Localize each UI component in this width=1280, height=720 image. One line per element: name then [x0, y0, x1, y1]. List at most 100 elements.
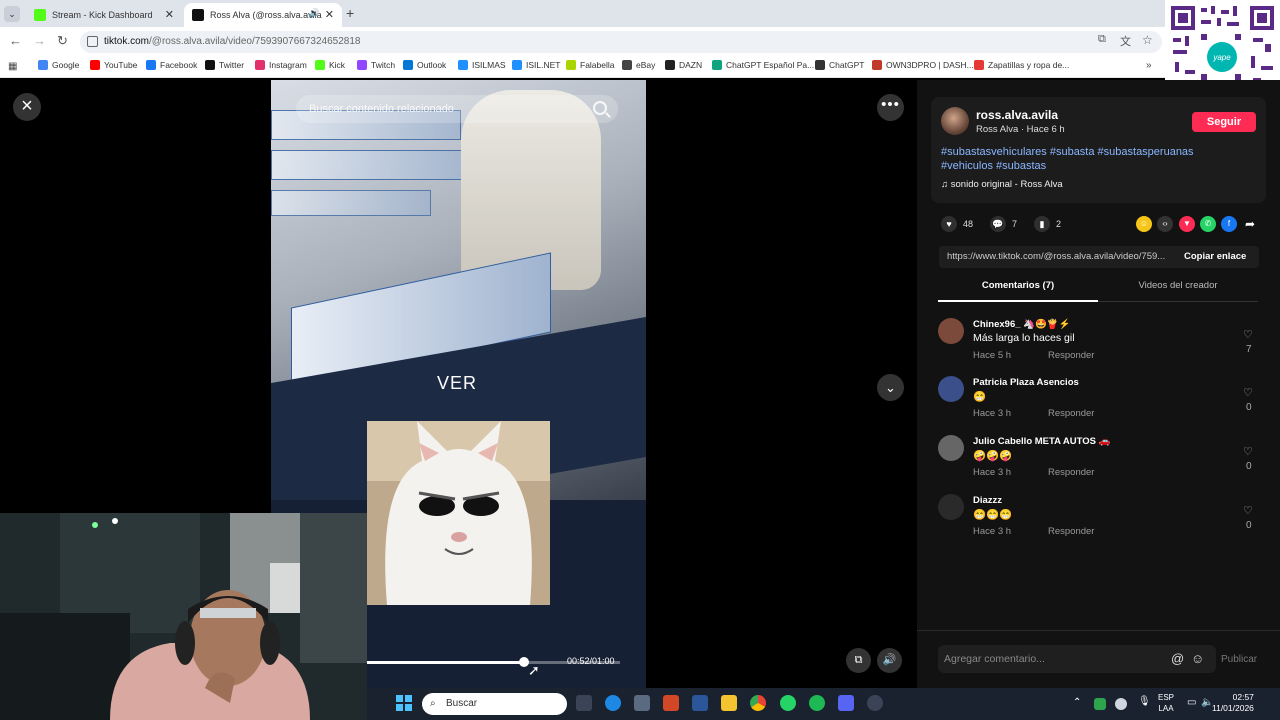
share-friends-icon[interactable]: ☺ — [1136, 216, 1152, 232]
system-clock[interactable]: 02:57 11/01/2026 — [1212, 692, 1254, 714]
windows-start-icon[interactable] — [396, 695, 412, 711]
bookmark-item[interactable]: Twitter — [205, 60, 244, 70]
reply-button[interactable]: Responder — [1048, 408, 1094, 419]
powerpoint-icon[interactable] — [663, 695, 679, 711]
chrome-icon[interactable] — [750, 695, 766, 711]
publish-button[interactable]: Publicar — [1221, 654, 1257, 665]
audio-playing-icon[interactable]: 🔊 — [309, 8, 320, 19]
reply-button[interactable]: Responder — [1048, 350, 1094, 361]
commenter-name[interactable]: Diazzz — [973, 495, 1002, 506]
tab-kick-dashboard[interactable]: Stream - Kick Dashboard ✕ — [26, 3, 182, 27]
save-button[interactable]: ▮ 2 — [1034, 216, 1061, 232]
like-button[interactable]: ♥ 48 — [941, 216, 973, 232]
edge-icon[interactable] — [605, 695, 621, 711]
bookmark-item[interactable]: Outlook — [403, 60, 446, 70]
bookmark-item[interactable]: ISILMAS — [458, 60, 506, 70]
spotify-icon[interactable] — [809, 695, 825, 711]
author-avatar[interactable] — [941, 107, 969, 135]
obs-icon[interactable] — [867, 695, 883, 711]
close-tab-icon[interactable]: ✕ — [325, 8, 334, 21]
file-explorer-icon[interactable] — [721, 695, 737, 711]
language-indicator[interactable]: ESP LAA — [1158, 692, 1174, 714]
task-view-icon[interactable] — [576, 695, 592, 711]
whatsapp-icon[interactable]: ✆ — [1200, 216, 1216, 232]
microphone-icon[interactable]: 🎙 — [1138, 696, 1151, 707]
post-hashtags[interactable]: #subastasvehiculares #subasta #subastasp… — [941, 145, 1211, 173]
onedrive-icon[interactable] — [1115, 698, 1127, 710]
comment-button[interactable]: 💬 7 — [990, 216, 1017, 232]
comment-time: Hace 3 h — [973, 467, 1012, 478]
author-username[interactable]: ross.alva.avila — [976, 108, 1058, 122]
bookmark-item[interactable]: YouTube — [90, 60, 137, 70]
back-button[interactable]: ← — [9, 33, 22, 48]
tab-creator-videos[interactable]: Videos del creador — [1098, 280, 1258, 302]
comment-like-icon[interactable]: ♡ — [1243, 445, 1253, 458]
picture-in-picture-button[interactable]: ⧉ — [846, 648, 871, 673]
comment-like-icon[interactable]: ♡ — [1243, 504, 1253, 517]
bookmark-item[interactable]: Google — [38, 60, 79, 70]
install-app-icon[interactable]: ⧉ — [1098, 33, 1106, 46]
commenter-name[interactable]: Patricia Plaza Asencios — [973, 377, 1079, 388]
follow-button[interactable]: Seguir — [1192, 112, 1256, 132]
emoji-icon[interactable]: ☺ — [1191, 651, 1204, 666]
bookmark-item[interactable]: Kick — [315, 60, 345, 70]
tab-search-button[interactable]: ⌄ — [4, 6, 20, 22]
commenter-avatar[interactable] — [938, 494, 964, 520]
comment-like-icon[interactable]: ♡ — [1243, 328, 1253, 341]
bookmark-item[interactable]: Zapatillas y ropa de... — [974, 60, 1069, 70]
reply-button[interactable]: Responder — [1048, 526, 1094, 537]
next-video-button[interactable]: ⌄ — [877, 374, 904, 401]
bookmark-item[interactable]: Facebook — [146, 60, 197, 70]
commenter-avatar[interactable] — [938, 318, 964, 344]
commenter-avatar[interactable] — [938, 435, 964, 461]
translate-icon[interactable]: 文 — [1120, 33, 1131, 49]
close-video-button[interactable]: × — [13, 93, 41, 121]
whatsapp-taskbar-icon[interactable] — [780, 695, 796, 711]
close-tab-icon[interactable]: ✕ — [165, 8, 174, 21]
comment-like-icon[interactable]: ♡ — [1243, 386, 1253, 399]
new-tab-button[interactable]: + — [346, 5, 354, 21]
reload-button[interactable]: ↻ — [57, 33, 68, 49]
bookmark-label: Twitter — [219, 60, 245, 70]
network-icon[interactable]: ▭ — [1187, 697, 1196, 708]
share-arrow-icon[interactable]: ➦ — [1242, 216, 1258, 232]
site-info-icon[interactable] — [87, 36, 98, 47]
bookmark-item[interactable]: ChatGPT — [815, 60, 864, 70]
bookmark-star-icon[interactable]: ☆ — [1142, 33, 1153, 47]
bookmark-item[interactable]: ISIL.NET — [512, 60, 560, 70]
bookmark-item[interactable]: OWN3DPRO | DASH... — [872, 60, 974, 70]
commenter-name[interactable]: Chinex96_ 🦄🤩🍟⚡ — [973, 319, 1070, 330]
share-send-icon[interactable]: ▼ — [1179, 216, 1195, 232]
copy-link-button[interactable]: Copiar enlace — [1184, 251, 1246, 262]
discord-icon[interactable] — [838, 695, 854, 711]
tab-tiktok-video[interactable]: Ross Alva (@ross.alva.avila 🔊 ✕ — [184, 3, 342, 27]
more-bookmarks-icon[interactable]: » — [1146, 60, 1152, 71]
related-search-input[interactable]: Buscar contenido relacionado — [296, 95, 618, 123]
more-options-button[interactable]: ••• — [877, 94, 904, 121]
bookmark-item[interactable]: Instagram — [255, 60, 307, 70]
address-bar[interactable]: tiktok.com/@ross.alva.avila/video/759390… — [80, 31, 1162, 53]
word-icon[interactable] — [692, 695, 708, 711]
bookmark-item[interactable]: Falabella — [566, 60, 615, 70]
bookmark-item[interactable]: Twitch — [357, 60, 395, 70]
facebook-icon[interactable]: f — [1221, 216, 1237, 232]
commenter-name[interactable]: Julio Cabello META AUTOS 🚗 — [973, 436, 1110, 447]
bookmark-item[interactable]: DAZN — [665, 60, 702, 70]
forward-button[interactable]: → — [33, 33, 46, 48]
taskbar-search[interactable]: ⌕ Buscar — [422, 693, 567, 715]
mention-icon[interactable]: @ — [1171, 651, 1184, 666]
tray-app-icon[interactable] — [1094, 698, 1106, 710]
bookmark-item[interactable]: eBay — [622, 60, 655, 70]
embed-icon[interactable]: ‹› — [1157, 216, 1173, 232]
search-icon[interactable] — [593, 101, 607, 115]
volume-button[interactable]: 🔊 — [877, 648, 902, 673]
music-info[interactable]: ♫ sonido original - Ross Alva — [941, 179, 1063, 190]
reply-button[interactable]: Responder — [1048, 467, 1094, 478]
apps-grid-icon[interactable]: ▦ — [8, 61, 17, 72]
tab-comments[interactable]: Comentarios (7) — [938, 280, 1098, 302]
tray-expand-icon[interactable]: ⌃ — [1073, 697, 1081, 708]
store-icon[interactable] — [634, 695, 650, 711]
commenter-avatar[interactable] — [938, 376, 964, 402]
video-link[interactable]: https://www.tiktok.com/@ross.alva.avila/… — [947, 251, 1175, 262]
bookmark-item[interactable]: ChatGPT Español Pa... — [712, 60, 814, 70]
